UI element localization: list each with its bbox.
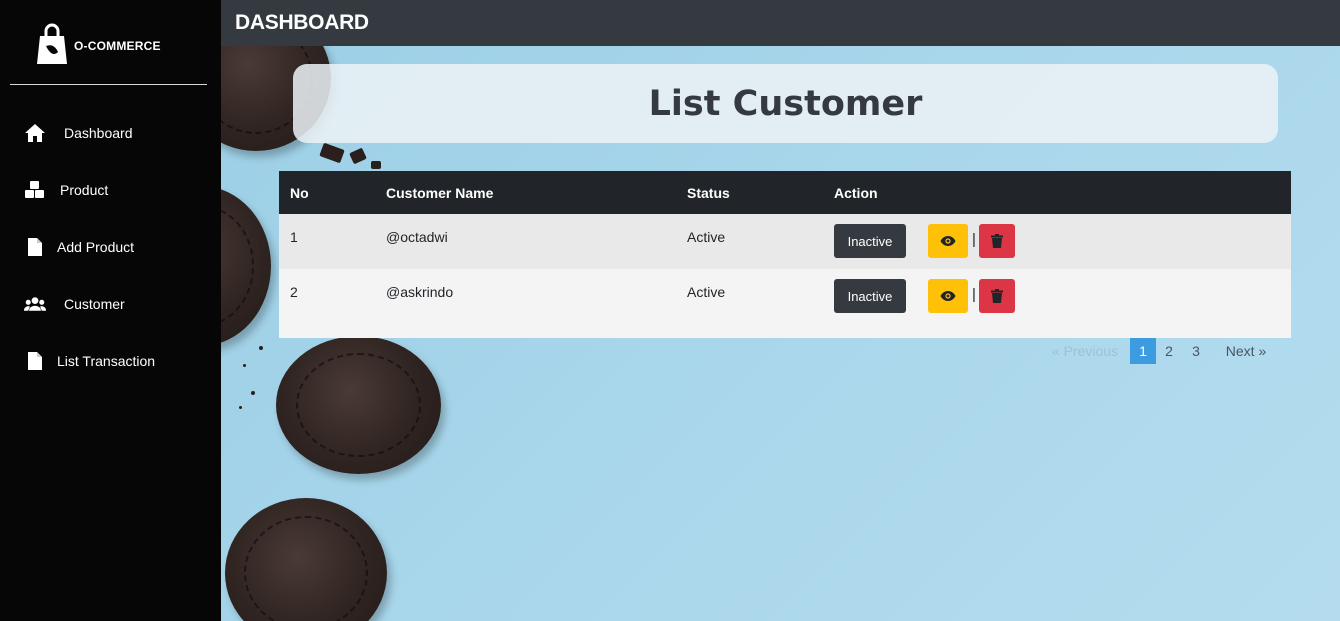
topbar-title: DASHBOARD [235,11,369,34]
delete-button[interactable] [979,224,1015,258]
cell-status: Active [687,229,726,245]
cookie-decoration [221,186,271,346]
table-header: No Customer Name Status Action [279,171,1291,214]
sidebar-item-label: List Transaction [57,352,156,369]
brand-logo[interactable]: O-COMMERCE [10,0,207,85]
cookie-crumb-decoration [319,142,345,164]
cell-customer-name: @octadwi [386,229,448,245]
users-icon [24,293,46,315]
file-icon [24,236,46,258]
sidebar-item-dashboard[interactable]: Dashboard [0,104,221,161]
eye-icon [940,291,956,301]
pagination-page-2[interactable]: 2 [1156,338,1182,364]
action-separator: | [972,231,976,248]
set-inactive-button[interactable]: Inactive [834,279,906,313]
page-header-card: List Customer [293,64,1278,143]
shopping-bag-logo-icon [37,23,67,64]
sidebar-item-product[interactable]: Product [0,161,221,218]
column-header-customer-name: Customer Name [386,185,494,201]
column-header-action: Action [834,185,878,201]
column-header-no: No [290,185,309,201]
cookie-crumb-decoration [259,346,263,350]
cell-customer-name: @askrindo [386,284,454,300]
sidebar-item-label: Add Product [57,238,135,255]
delete-button[interactable] [979,279,1015,313]
sidebar-item-label: Product [60,181,109,198]
topbar: DASHBOARD [221,0,1340,46]
table-row: 1 @octadwi Active Inactive | [279,214,1291,269]
action-separator: | [972,286,976,303]
set-inactive-button[interactable]: Inactive [834,224,906,258]
sidebar: O-COMMERCE Dashboard Product Add Product… [0,0,221,621]
home-icon [24,122,46,144]
sidebar-item-label: Dashboard [64,124,133,141]
pagination-previous[interactable]: « Previous [1042,338,1128,364]
cookie-decoration [225,498,387,621]
column-header-status: Status [687,185,730,201]
view-button[interactable] [928,279,968,313]
cell-no: 2 [290,284,298,300]
cookie-crumb-decoration [243,364,246,367]
customer-table: No Customer Name Status Action 1 @octadw… [279,171,1291,338]
pagination-next[interactable]: Next » [1218,338,1274,364]
sidebar-item-customer[interactable]: Customer [0,275,221,332]
cookie-decoration [276,336,441,474]
sidebar-nav: Dashboard Product Add Product Customer L… [0,104,221,389]
trash-icon [991,289,1003,303]
cookie-crumb-decoration [349,147,367,165]
sidebar-item-list-transaction[interactable]: List Transaction [0,332,221,389]
page-title: List Customer [648,83,923,124]
cookie-crumb-decoration [239,406,242,409]
cookie-crumb-decoration [371,161,381,169]
table-row: 2 @askrindo Active Inactive | [279,269,1291,324]
cell-no: 1 [290,229,298,245]
sidebar-item-add-product[interactable]: Add Product [0,218,221,275]
cell-status: Active [687,284,726,300]
trash-icon [991,234,1003,248]
pagination-page-3[interactable]: 3 [1183,338,1209,364]
cookie-crumb-decoration [251,391,255,395]
brand-name: O-COMMERCE [74,39,161,53]
cubes-icon [24,179,46,201]
eye-icon [940,236,956,246]
file-icon [24,350,46,372]
view-button[interactable] [928,224,968,258]
sidebar-item-label: Customer [64,295,125,312]
pagination-page-1[interactable]: 1 [1130,338,1156,364]
